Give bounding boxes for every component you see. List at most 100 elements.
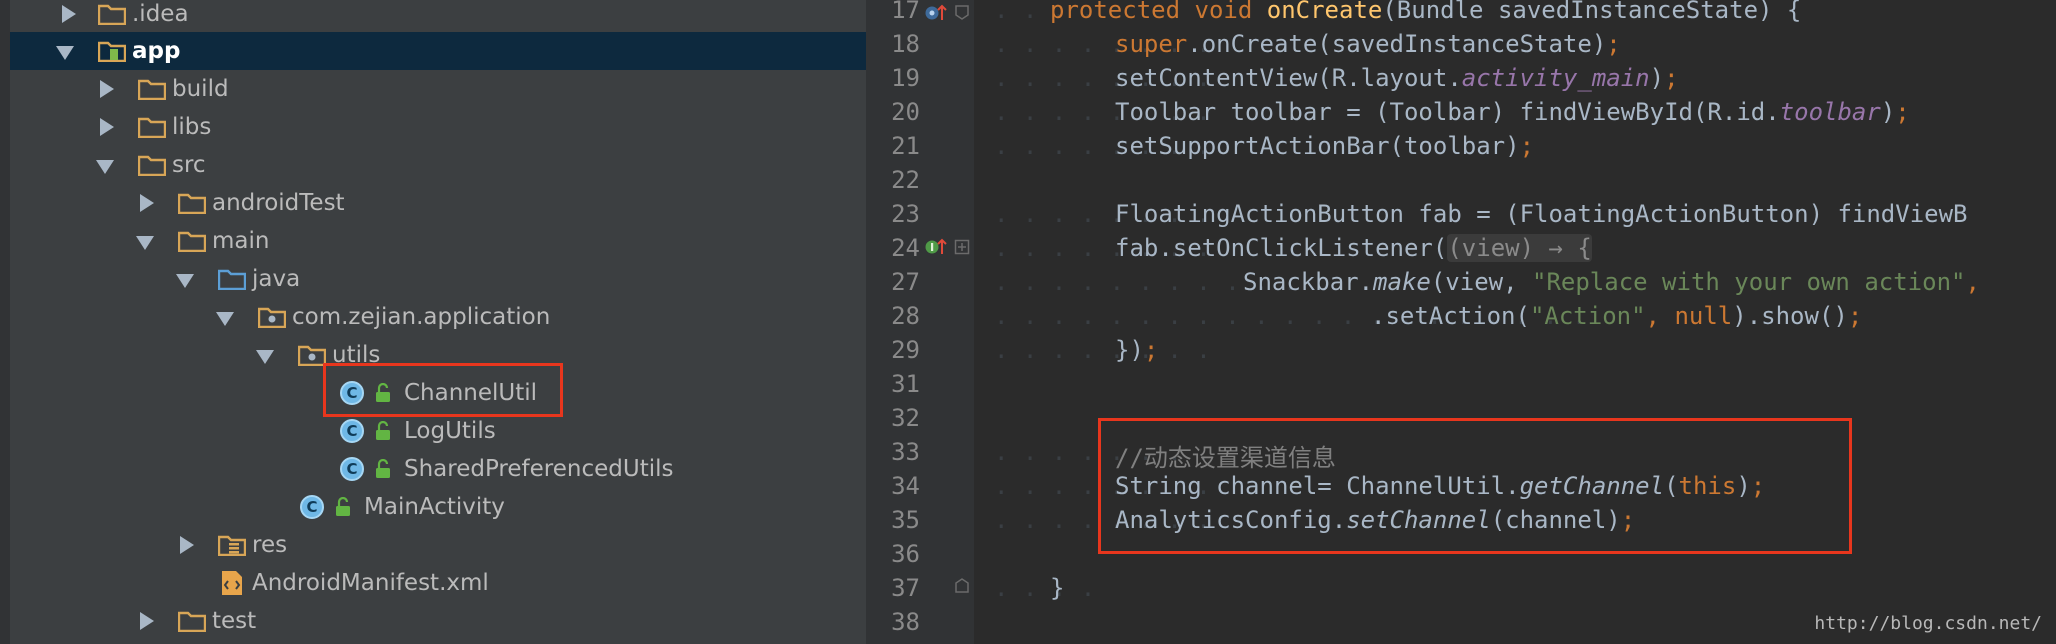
folder-icon: [178, 193, 206, 214]
lambda-fold-hint[interactable]: (view) → {: [1447, 234, 1592, 262]
fold-end-marker-icon[interactable]: [954, 578, 970, 594]
expand-arrow-icon[interactable]: [62, 5, 76, 23]
code-token: ;: [1847, 302, 1863, 330]
collapse-arrow-icon[interactable]: [176, 274, 194, 288]
line-number: 21: [891, 132, 920, 160]
folder-icon: [138, 155, 166, 176]
fold-marker-icon[interactable]: [954, 4, 970, 20]
expand-arrow-icon[interactable]: [100, 80, 114, 98]
code-token: FloatingActionButton fab = (FloatingActi…: [1115, 200, 1968, 228]
code-line-21[interactable]: setSupportActionBar(toolbar);: [1115, 132, 1534, 160]
tree-item-label: java: [252, 266, 301, 292]
code-token: (Bundle savedInstanceState) {: [1382, 0, 1802, 24]
expand-arrow-icon[interactable]: [100, 118, 114, 136]
tree-item-label: src: [172, 152, 206, 178]
editor-gutter: 17 18 19 20 21 22 23 24 27 28 29 31 32 3…: [866, 0, 974, 644]
code-token: toolbar: [1779, 98, 1881, 126]
highlight-box-channel-code: [1098, 418, 1852, 554]
code-token: ;: [1664, 64, 1679, 92]
tree-item-mainactivity[interactable]: C MainActivity: [10, 488, 866, 526]
collapse-arrow-icon[interactable]: [136, 236, 154, 250]
fold-expand-icon[interactable]: [954, 239, 970, 255]
tree-item-res[interactable]: res: [10, 526, 866, 564]
code-line-24[interactable]: fab.setOnClickListener((view) → {: [1115, 234, 1592, 262]
watermark: http://blog.csdn.net/: [1814, 613, 2042, 634]
tree-item-app[interactable]: app: [10, 32, 866, 70]
code-line-27[interactable]: Snackbar.make(view, "Replace with your o…: [1243, 268, 1980, 296]
tree-item-label: MainActivity: [364, 494, 505, 520]
code-token: Toolbar toolbar = (Toolbar) findViewById…: [1115, 98, 1780, 126]
code-token: void: [1194, 0, 1253, 24]
code-line-19[interactable]: setContentView(R.layout.activity_main);: [1115, 64, 1679, 92]
tree-item-label: .idea: [132, 1, 189, 27]
class-icon: C: [340, 419, 364, 443]
code-line-37[interactable]: }: [1050, 574, 1064, 602]
tree-item-androidtest[interactable]: androidTest: [10, 184, 866, 222]
code-token: ,: [1965, 268, 1980, 296]
collapse-arrow-icon[interactable]: [56, 46, 74, 60]
tree-item-label: libs: [172, 114, 212, 140]
tree-item-libs[interactable]: libs: [10, 108, 866, 146]
code-token: (view,: [1430, 268, 1532, 296]
code-token: setSupportActionBar(toolbar): [1115, 132, 1520, 160]
line-number: 28: [891, 302, 920, 330]
code-line-23[interactable]: FloatingActionButton fab = (FloatingActi…: [1115, 200, 1968, 228]
tree-item-test[interactable]: test: [10, 602, 866, 640]
code-line-28[interactable]: .setAction("Action", null).show();: [1371, 302, 1862, 330]
code-token: "Replace with your own action": [1532, 268, 1966, 296]
code-token: .onCreate(savedInstanceState): [1187, 30, 1607, 58]
tree-item-androidmanifest[interactable]: AndroidManifest.xml: [10, 564, 866, 602]
line-number: 17: [891, 0, 920, 24]
tree-item-label: build: [172, 76, 229, 102]
expand-arrow-icon[interactable]: [180, 536, 194, 554]
code-line-18[interactable]: super.onCreate(savedInstanceState);: [1115, 30, 1621, 58]
folder-icon: [178, 611, 206, 632]
code-line-17[interactable]: protected void onCreate(Bundle savedInst…: [1050, 0, 1801, 24]
tree-item-package[interactable]: com.zejian.application: [10, 298, 866, 336]
tree-item-sharedpreferencedutils[interactable]: C SharedPreferencedUtils: [10, 450, 866, 488]
tree-item-logutils[interactable]: C LogUtils: [10, 412, 866, 450]
code-token: ).show(): [1732, 302, 1848, 330]
tree-item-label: androidTest: [212, 190, 345, 216]
tree-item-src[interactable]: src: [10, 146, 866, 184]
project-tree-panel: .idea app build libs src androidTest mai…: [0, 0, 866, 644]
line-number: 34: [891, 472, 920, 500]
code-line-29[interactable]: });: [1115, 336, 1158, 364]
code-token: fab.setOnClickListener(: [1115, 234, 1448, 262]
line-number: 20: [891, 98, 920, 126]
code-token: null: [1674, 302, 1733, 330]
tree-item-idea[interactable]: .idea: [10, 0, 866, 33]
override-marker-icon[interactable]: [924, 2, 948, 24]
tree-item-build[interactable]: build: [10, 70, 866, 108]
tree-item-label: com.zejian.application: [292, 304, 551, 330]
collapse-arrow-icon[interactable]: [216, 312, 234, 326]
code-token: ;: [1519, 132, 1535, 160]
package-icon: [298, 345, 326, 366]
lock-open-icon: [376, 459, 390, 478]
code-token: "Action": [1529, 302, 1646, 330]
code-token: }: [1050, 574, 1065, 602]
line-number: 19: [891, 64, 920, 92]
module-folder-icon: [98, 41, 126, 62]
class-icon: C: [300, 495, 324, 519]
lock-open-icon: [336, 497, 350, 516]
tree-item-java[interactable]: java: [10, 260, 866, 298]
expand-arrow-icon[interactable]: [140, 612, 154, 630]
implement-marker-icon[interactable]: [924, 236, 948, 258]
code-editor[interactable]: 17 18 19 20 21 22 23 24 27 28 29 31 32 3…: [866, 0, 2056, 644]
line-number: 31: [891, 370, 920, 398]
indent-guide: . . . .: [994, 574, 1096, 602]
expand-arrow-icon[interactable]: [140, 194, 154, 212]
highlight-box-channelutil: [323, 363, 563, 417]
code-token: protected: [1050, 0, 1181, 24]
collapse-arrow-icon[interactable]: [96, 160, 114, 174]
collapse-arrow-icon[interactable]: [256, 350, 274, 364]
source-folder-icon: [218, 269, 246, 290]
code-token: }): [1115, 336, 1144, 364]
package-icon: [258, 307, 286, 328]
lock-open-icon: [376, 421, 390, 440]
code-line-20[interactable]: Toolbar toolbar = (Toolbar) findViewById…: [1115, 98, 1910, 126]
tree-item-main[interactable]: main: [10, 222, 866, 260]
code-token: Snackbar.: [1243, 268, 1374, 296]
line-number: 29: [891, 336, 920, 364]
